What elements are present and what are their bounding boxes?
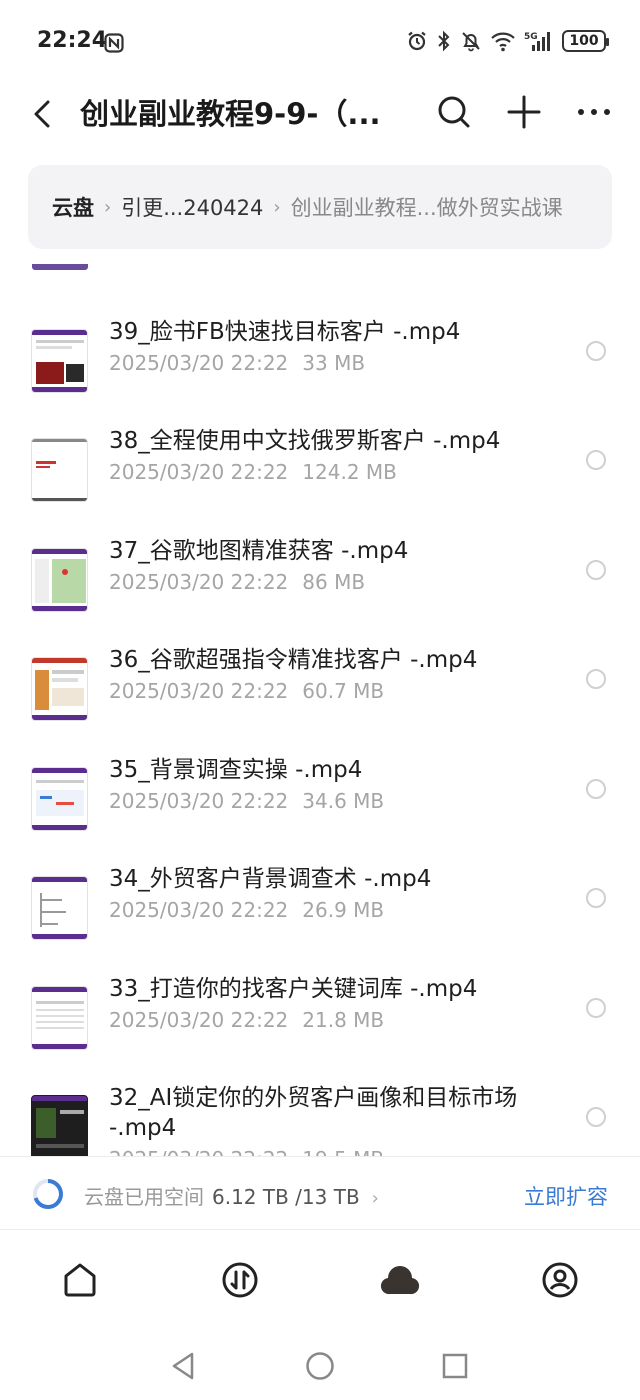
- list-item[interactable]: 32_AI锁定你的外贸客户画像和目标市场 -.mp4 2025/03/20 22…: [0, 1083, 640, 1156]
- network-label: 5G: [524, 32, 538, 42]
- list-item[interactable]: 39_脸书FB快速找目标客户 -.mp4 2025/03/20 22:22 33 …: [0, 317, 640, 427]
- file-size: 60.7 MB: [302, 679, 385, 703]
- file-meta: 2025/03/20 22:22 124.2 MB: [109, 460, 397, 484]
- storage-usage-ring-icon: [33, 1179, 63, 1209]
- list-item[interactable]: 36_谷歌超强指令精准找客户 -.mp4 2025/03/20 22:22 60.…: [0, 645, 640, 755]
- bluetooth-icon: [438, 30, 450, 52]
- storage-bar[interactable]: 云盘已用空间 6.12 TB /13 TB › 立即扩容: [0, 1156, 640, 1230]
- file-size: 19.5 MB: [302, 1147, 384, 1156]
- status-icons: 5G 100: [406, 30, 609, 52]
- alarm-icon: [408, 31, 426, 51]
- wifi-icon: [491, 32, 515, 52]
- system-home-icon[interactable]: [305, 1351, 335, 1381]
- select-radio[interactable]: [586, 998, 606, 1018]
- status-bar: 22:24 5G 100: [0, 0, 640, 86]
- file-name: 32_AI锁定你的外贸客户画像和目标市场 -.mp4: [109, 1085, 518, 1141]
- file-name: 35_背景调查实操 -.mp4: [109, 757, 363, 783]
- breadcrumb-current: 创业副业教程...做外贸实战课: [290, 196, 563, 220]
- list-item[interactable]: 33_打造你的找客户关键词库 -.mp4 2025/03/20 22:22 21.…: [0, 974, 640, 1084]
- status-time: 22:24: [37, 28, 108, 53]
- file-date: 2025/03/20 22:22: [109, 570, 289, 594]
- file-size: 33 MB: [302, 351, 366, 375]
- system-nav-bar: [0, 1330, 640, 1400]
- file-name: 33_打造你的找客户关键词库 -.mp4: [109, 976, 478, 1002]
- file-name: 34_外贸客户背景调查术 -.mp4: [109, 866, 432, 892]
- page-title: 创业副业教程9-9-（...: [80, 97, 381, 131]
- select-radio[interactable]: [586, 669, 606, 689]
- storage-label-text: 云盘已用空间: [84, 1185, 204, 1209]
- top-bar: 创业副业教程9-9-（...: [0, 86, 640, 146]
- breadcrumb-middle[interactable]: 引更...240424: [121, 192, 263, 222]
- file-date: 2025/03/20 22:22: [109, 1008, 289, 1032]
- file-date: 2025/03/20 22:22: [109, 898, 289, 922]
- file-size: 86 MB: [302, 570, 366, 594]
- file-meta: 2025/03/20 22:22 21.8 MB: [109, 1008, 384, 1032]
- select-radio[interactable]: [586, 450, 606, 470]
- video-thumbnail: [31, 329, 88, 393]
- file-name: 38_全程使用中文找俄罗斯客户 -.mp4: [109, 428, 501, 454]
- file-meta: 2025/03/20 22:22 34.6 MB: [109, 789, 384, 813]
- battery-level: 100: [569, 33, 599, 49]
- file-meta: 2025/03/20 22:22 19.5 MB: [109, 1147, 384, 1156]
- video-thumbnail: [31, 438, 88, 502]
- video-thumbnail: [31, 767, 88, 831]
- file-size: 124.2 MB: [302, 460, 397, 484]
- storage-label: 云盘已用空间 6.12 TB /13 TB ›: [84, 1181, 379, 1210]
- more-dots-icon[interactable]: [574, 92, 614, 132]
- signal-5g-icon: 5G: [524, 32, 550, 51]
- file-date: 2025/03/20 22:22: [109, 1147, 288, 1156]
- back-button[interactable]: [28, 94, 58, 134]
- video-thumbnail: [31, 657, 88, 721]
- video-thumbnail: [31, 548, 88, 612]
- nav-transfer-icon[interactable]: [220, 1260, 260, 1300]
- select-radio[interactable]: [586, 341, 606, 361]
- file-name: 37_谷歌地图精准获客 -.mp4: [109, 538, 409, 564]
- list-item[interactable]: 34_外贸客户背景调查术 -.mp4 2025/03/20 22:22 26.9 …: [0, 864, 640, 974]
- expand-storage-link[interactable]: 立即扩容: [524, 1181, 608, 1211]
- file-name: 39_脸书FB快速找目标客户 -.mp4: [109, 319, 461, 345]
- mute-bell-icon: [462, 32, 480, 52]
- select-radio[interactable]: [586, 560, 606, 580]
- partial-thumbnail: [32, 264, 88, 270]
- bottom-nav: [0, 1232, 640, 1328]
- nav-cloud-icon[interactable]: [380, 1260, 420, 1300]
- select-radio[interactable]: [586, 888, 606, 908]
- search-icon[interactable]: [434, 92, 474, 132]
- nfc-icon: [104, 33, 124, 53]
- video-thumbnail: [31, 1095, 88, 1156]
- list-item[interactable]: 38_全程使用中文找俄罗斯客户 -.mp4 2025/03/20 22:22 12…: [0, 426, 640, 536]
- file-size: 26.9 MB: [302, 898, 385, 922]
- battery-indicator: 100: [562, 30, 609, 52]
- storage-value: 6.12 TB /13 TB: [212, 1185, 360, 1209]
- system-back-icon[interactable]: [170, 1350, 198, 1382]
- list-item[interactable]: 35_背景调查实操 -.mp4 2025/03/20 22:22 34.6 MB: [0, 755, 640, 865]
- select-radio[interactable]: [586, 779, 606, 799]
- file-date: 2025/03/20 22:22: [109, 789, 289, 813]
- nav-home-icon[interactable]: [60, 1260, 100, 1300]
- video-thumbnail: [31, 876, 88, 940]
- file-meta: 2025/03/20 22:22 33 MB: [109, 351, 365, 375]
- file-date: 2025/03/20 22:22: [109, 460, 289, 484]
- list-item[interactable]: 37_谷歌地图精准获客 -.mp4 2025/03/20 22:22 86 MB: [0, 536, 640, 646]
- file-meta: 2025/03/20 22:22 26.9 MB: [109, 898, 384, 922]
- file-meta: 2025/03/20 22:22 60.7 MB: [109, 679, 384, 703]
- file-date: 2025/03/20 22:22: [109, 351, 289, 375]
- file-date: 2025/03/20 22:22: [109, 679, 289, 703]
- select-radio[interactable]: [586, 1107, 606, 1127]
- breadcrumb-separator-icon: ›: [273, 196, 281, 218]
- file-size: 21.8 MB: [302, 1008, 385, 1032]
- file-name: 36_谷歌超强指令精准找客户 -.mp4: [109, 647, 478, 673]
- video-thumbnail: [31, 986, 88, 1050]
- chevron-right-icon: ›: [371, 1188, 379, 1209]
- file-size: 34.6 MB: [302, 789, 385, 813]
- file-list: 39_脸书FB快速找目标客户 -.mp4 2025/03/20 22:22 33 …: [0, 250, 640, 1156]
- breadcrumb-root[interactable]: 云盘: [52, 192, 94, 222]
- system-recent-apps-icon[interactable]: [441, 1352, 469, 1380]
- nav-profile-icon[interactable]: [540, 1260, 580, 1300]
- plus-icon[interactable]: [504, 92, 544, 132]
- breadcrumb: 云盘 › 引更...240424 › 创业副业教程...做外贸实战课: [28, 165, 612, 249]
- file-meta: 2025/03/20 22:22 86 MB: [109, 570, 365, 594]
- breadcrumb-separator-icon: ›: [104, 196, 112, 218]
